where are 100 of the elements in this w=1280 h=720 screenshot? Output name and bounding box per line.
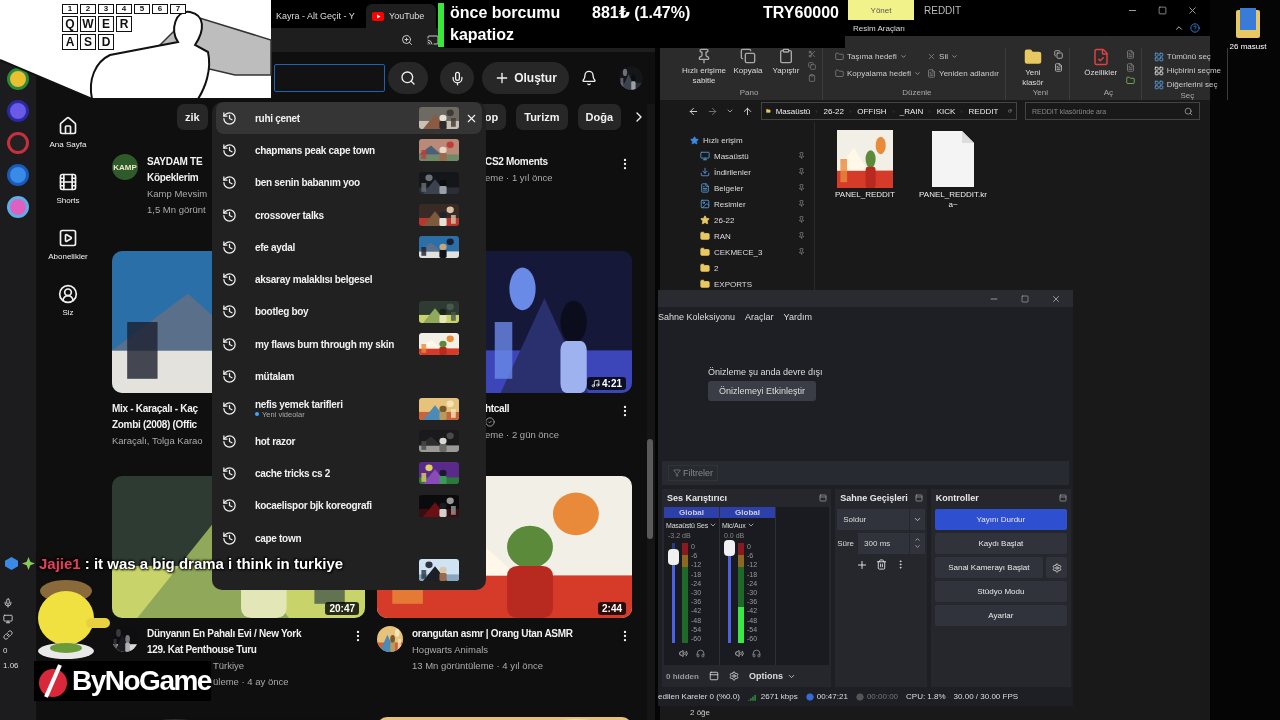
browser-tab[interactable]: Kayra - Alt Geçit - Y [270,4,366,28]
channel-name[interactable]: Karaçalı, Tolga Karao [112,433,203,449]
video-title[interactable]: orangutan asmr | Orang Utan ASMR [412,626,573,642]
ribbon-button[interactable]: Özellikler [1081,48,1120,78]
file-item[interactable]: PANEL_REDDIT.kra~ [919,130,987,210]
suggestion-item[interactable]: chapmans peak cape town [216,134,482,167]
ribbon-button[interactable]: Tümünü seç [1153,50,1222,63]
video-title[interactable]: Zombi (2008) (Offic [112,417,197,433]
suggestion-item[interactable]: crossover talks [216,198,482,232]
nav-item[interactable]: EXPORTS [690,276,806,292]
key-cap: W [80,16,96,32]
ribbon-button[interactable]: Yeni klasör [1017,48,1048,88]
ribbon-button[interactable]: Hiçbirini seçme [1153,64,1222,77]
video-meta: eme · 1 yıl önce [485,171,553,185]
nav-item[interactable]: Belgeler [690,180,806,196]
channel-avatar[interactable]: KAMP [112,154,138,180]
video-title[interactable]: htcall [485,401,510,417]
options-button[interactable]: Options [748,671,796,681]
ribbon-group-label: Aç [1103,88,1113,99]
nav-item[interactable]: Shorts [43,168,93,214]
transition-select[interactable]: Soldur [837,508,925,530]
menu-item[interactable]: Araçlar [745,312,774,322]
channel-name[interactable]: Türkiye [213,658,245,674]
filters-button[interactable]: Filtreler [668,465,718,481]
ribbon-button[interactable]: Kopyala [732,48,764,76]
create-button[interactable]: Oluştur [482,62,569,94]
ticker-text: önce borcumu [450,3,561,23]
scope-label: Global [664,507,719,518]
nav-item[interactable]: 2 [690,260,806,276]
ribbon-button[interactable]: Diğerlerini seç [1153,78,1222,91]
video-title[interactable]: Köpeklerim [147,170,199,186]
ribbon-tab[interactable]: Yönet [848,0,914,20]
suggestion-item[interactable]: mütalam [216,360,482,393]
nav-item[interactable]: Masaüstü [690,148,806,164]
duration-label: Süre [837,538,855,548]
frame-rate: 30.00 / 30.00 FPS [953,692,1019,701]
nav-item[interactable]: 26-22 [690,212,806,228]
nav-item[interactable]: RAN [690,228,806,244]
nav-item[interactable]: Abonelikler [43,224,93,270]
suggestion-item[interactable]: efe aydal [216,231,482,264]
control-button[interactable]: Yayını Durdur [934,509,1067,530]
key-cap: Q [62,16,78,32]
nav-item[interactable]: CEKMECE_3 [690,244,806,260]
ribbon-group-label: Pano [739,88,759,99]
control-button[interactable]: Sanal Kamerayı Başlat [934,557,1043,578]
scope-label: Global [720,507,775,518]
video-title[interactable]: CS2 Moments [485,154,548,170]
video-meta: 1,5 Mn görünt [147,203,206,217]
ribbon-button[interactable]: Sil [927,50,999,63]
video-meta: üleme · 4 ay önce [213,675,289,689]
ticker-amount: 881₺ (1.47%) [592,3,691,23]
enable-preview-button[interactable]: Önizlemeyi Etkinleştir [708,381,817,401]
ribbon-button[interactable]: Yeniden adlandır [927,67,999,80]
record-time: 00:00:00 [855,692,899,701]
suggestion-item[interactable]: ben senin babanım yoo [216,166,482,199]
channel-name[interactable]: Hogwarts Animals [412,642,489,658]
nav-item[interactable]: Resimler [690,196,806,212]
key-cap: 2 [80,4,96,14]
category-chip[interactable]: Doğa [577,104,621,130]
ribbon-button[interactable]: Kopyalama hedefi [835,67,922,80]
key-cap: R [116,16,132,32]
duration-field[interactable]: 300 ms [858,532,925,554]
cpu-usage: CPU: 1.8% [906,692,946,701]
hidden-count[interactable]: 0 hidden [666,671,699,681]
status-text: 2 öğe [689,706,712,719]
key-cap: E [98,16,114,32]
key-cap: S [80,34,96,50]
address-bar[interactable]: Masaüstü 26-22 OFFISH _RAIN KICK REDDIT [761,102,1017,120]
channel-name[interactable]: Kamp Mevsim [147,186,208,202]
nav-item[interactable]: Hızlı erişim [690,132,806,148]
key-cap: 6 [152,4,168,14]
category-chip[interactable]: Turizm [516,104,568,130]
browser-tab[interactable]: YouTube [366,4,436,28]
ribbon-button[interactable]: Hızlı erişime sabitle [682,48,726,86]
suggestion-item[interactable]: bootleg boy [216,295,482,329]
video-title[interactable]: Dünyanın En Pahalı Evi / New York [147,626,302,642]
nav-item[interactable]: Ana Sayfa [43,112,93,158]
video-title[interactable]: SAYDAM TE [147,154,203,170]
ribbon-button[interactable]: Yapıştır [770,48,802,76]
file-item[interactable]: PANEL_REDDIT [831,130,899,200]
control-button[interactable]: Ayarlar [934,605,1067,626]
suggestion-item[interactable]: hot razor [216,424,482,458]
video-title[interactable]: Mix - Karaçalı - Kaç [112,401,198,417]
menu-item[interactable]: Yardım [783,312,812,322]
nav-item[interactable]: Siz [43,280,93,326]
ribbon-group-label: Yeni [1032,88,1048,99]
control-button[interactable]: Stüdyo Modu [934,581,1067,602]
category-chip[interactable]: zik [177,104,208,130]
video-title[interactable]: 129. Kat Penthouse Turu [147,642,257,658]
menu-item[interactable]: Sahne Koleksiyonu [658,312,736,322]
suggestion-item[interactable]: ruhi çenet [216,102,482,135]
key-cap: 3 [98,4,114,14]
transitions-panel: Sahne Geçişleri Soldur Süre 300 ms [835,489,927,687]
preview-message: Önizleme şu anda devre dışı [708,367,823,377]
suggestion-item[interactable]: aksaray malaklısı belgesel [216,263,482,296]
ribbon-button[interactable]: Taşıma hedefi [835,50,922,63]
control-button[interactable]: Kaydı Başlat [934,533,1067,554]
nav-item[interactable]: İndirilenler [690,164,806,180]
stream-time: 00:47:21 [805,692,848,701]
suggestion-item[interactable]: my flaws burn through my skin [216,328,482,361]
